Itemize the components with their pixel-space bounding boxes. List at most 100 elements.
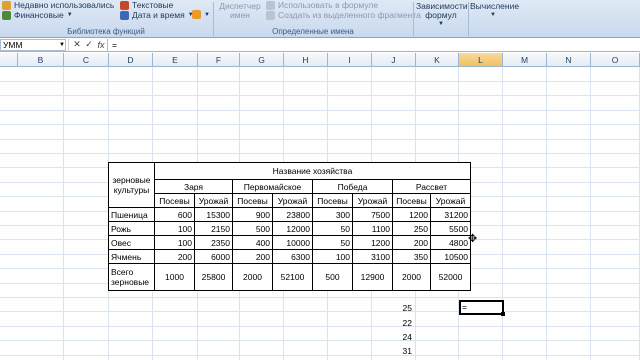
active-cell[interactable]: = [459,300,504,315]
table-cell[interactable]: 15300 [194,207,233,222]
sub-header[interactable]: Посевы [312,193,353,208]
table-cell[interactable]: 1200 [392,207,431,222]
table-cell[interactable]: 50 [312,235,353,250]
calendar-icon [120,10,129,20]
create-names-icon [266,10,275,20]
formula-input[interactable]: = [107,38,640,51]
enter-icon[interactable]: ✓ [83,39,95,50]
table-cell[interactable]: 5500 [430,221,471,236]
financial-functions-button[interactable]: Финансовые ▼ [2,10,73,20]
table-cell[interactable]: 4800 [430,235,471,250]
fill-handle[interactable] [501,312,505,316]
table-cell[interactable]: 12000 [272,221,313,236]
column-header-b[interactable]: B [18,53,64,67]
total-cell[interactable]: 12900 [352,263,393,291]
sub-header[interactable]: Урожай [352,193,393,208]
recent-functions-button[interactable]: Недавно использовались [2,0,114,10]
column-header-d[interactable]: D [109,53,153,67]
crop-label-header[interactable]: зерновые культуры [108,162,155,208]
table-cell[interactable]: 900 [232,207,273,222]
table-cell[interactable]: 600 [154,207,195,222]
column-header-j[interactable]: J [372,53,416,67]
column-header-m[interactable]: M [503,53,547,67]
total-cell[interactable]: 52000 [430,263,471,291]
column-header-o[interactable]: O [591,53,640,67]
name-manager-button[interactable]: Диспетчер имен [218,2,262,20]
cell-value[interactable]: 25 [369,303,415,313]
table-cell[interactable]: 200 [154,249,195,264]
table-cell[interactable]: 200 [232,249,273,264]
table-cell[interactable]: 100 [154,235,195,250]
table-cell[interactable]: 10000 [272,235,313,250]
column-header-i[interactable]: I [328,53,372,67]
column-header-c[interactable]: C [64,53,109,67]
table-cell[interactable]: 500 [232,221,273,236]
create-from-selection-button[interactable]: Создать из выделенного фрагмента [266,10,421,20]
total-cell[interactable]: 25800 [194,263,233,291]
datetime-functions-button[interactable]: Дата и время ▼ [120,10,194,20]
total-cell[interactable]: 500 [312,263,353,291]
create-from-selection-label: Создать из выделенного фрагмента [278,10,421,20]
table-cell[interactable]: 100 [154,221,195,236]
table-cell[interactable]: 200 [392,235,431,250]
select-all-button[interactable] [0,53,18,67]
dropdown-arrow-icon[interactable]: ▼ [59,40,65,50]
owner-header[interactable]: Название хозяйства [154,162,471,180]
sub-header[interactable]: Посевы [392,193,431,208]
more-functions-button[interactable]: ▼ [192,10,210,19]
total-cell[interactable]: 1000 [154,263,195,291]
crop-name[interactable]: Пшеница [108,207,155,222]
cancel-icon[interactable]: ✕ [71,39,83,50]
sub-header[interactable]: Посевы [154,193,195,208]
column-header-k[interactable]: K [416,53,459,67]
farm-header[interactable]: Победа [312,179,393,194]
column-header-l[interactable]: L [459,53,503,67]
sub-header[interactable]: Посевы [232,193,273,208]
table-cell[interactable]: 3100 [352,249,393,264]
table-cell[interactable]: 400 [232,235,273,250]
crop-name[interactable]: Рожь [108,221,155,236]
table-cell[interactable]: 50 [312,221,353,236]
table-cell[interactable]: 23800 [272,207,313,222]
sub-header[interactable]: Урожай [430,193,471,208]
table-cell[interactable]: 1100 [352,221,393,236]
crop-name[interactable]: Ячмень [108,249,155,264]
name-box[interactable]: УММ ▼ [0,38,66,51]
column-header-h[interactable]: H [284,53,328,67]
total-cell[interactable]: 2000 [392,263,431,291]
table-cell[interactable]: 100 [312,249,353,264]
sub-header[interactable]: Урожай [272,193,313,208]
total-cell[interactable]: 2000 [232,263,273,291]
table-cell[interactable]: 2150 [194,221,233,236]
farm-header[interactable]: Заря [154,179,233,194]
table-cell[interactable]: 350 [392,249,431,264]
calculation-button[interactable]: Вычисление ▼ [470,2,519,20]
column-header-n[interactable]: N [547,53,591,67]
cell-value[interactable]: 31 [369,346,415,356]
text-functions-button[interactable]: Текстовые [120,0,173,10]
cell-value[interactable]: 24 [369,332,415,342]
total-cell[interactable]: 52100 [272,263,313,291]
table-cell[interactable]: 300 [312,207,353,222]
use-in-formula-button[interactable]: Использовать в формуле [266,0,378,10]
column-header-g[interactable]: G [240,53,284,67]
table-cell[interactable]: 10500 [430,249,471,264]
table-cell[interactable]: 6300 [272,249,313,264]
table-cell[interactable]: 2350 [194,235,233,250]
table-cell[interactable]: 31200 [430,207,471,222]
formula-dependencies-button[interactable]: Зависимости формул ▼ [416,2,468,29]
column-header-f[interactable]: F [198,53,240,67]
crop-name[interactable]: Овес [108,235,155,250]
name-manager-label: Диспетчер имен [219,1,261,20]
table-cell[interactable]: 250 [392,221,431,236]
table-cell[interactable]: 6000 [194,249,233,264]
column-header-e[interactable]: E [153,53,198,67]
table-cell[interactable]: 7500 [352,207,393,222]
insert-function-icon[interactable]: fx [95,40,107,50]
sub-header[interactable]: Урожай [194,193,233,208]
total-label[interactable]: Всего зерновые [108,263,155,291]
cell-value[interactable]: 22 [369,318,415,328]
farm-header[interactable]: Первомайское [232,179,313,194]
farm-header[interactable]: Рассвет [392,179,471,194]
table-cell[interactable]: 1200 [352,235,393,250]
